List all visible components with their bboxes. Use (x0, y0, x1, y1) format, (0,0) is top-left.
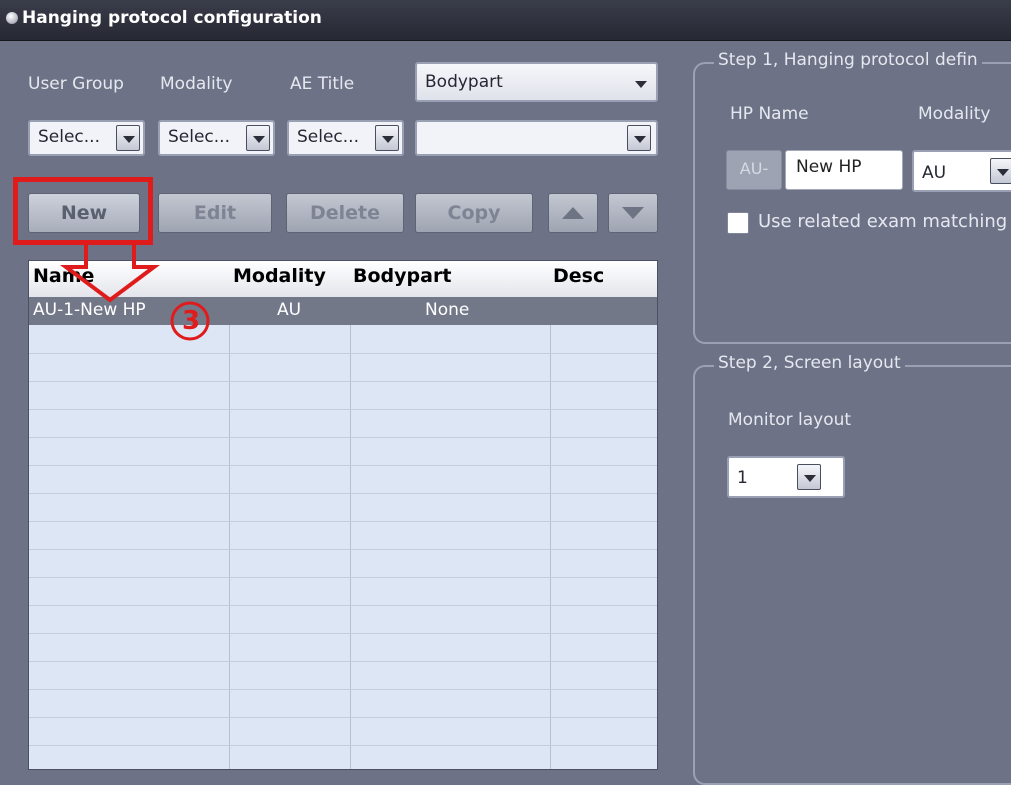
step-number-annotation: 3 (181, 306, 201, 336)
annotation-overlay (60, 245, 210, 341)
